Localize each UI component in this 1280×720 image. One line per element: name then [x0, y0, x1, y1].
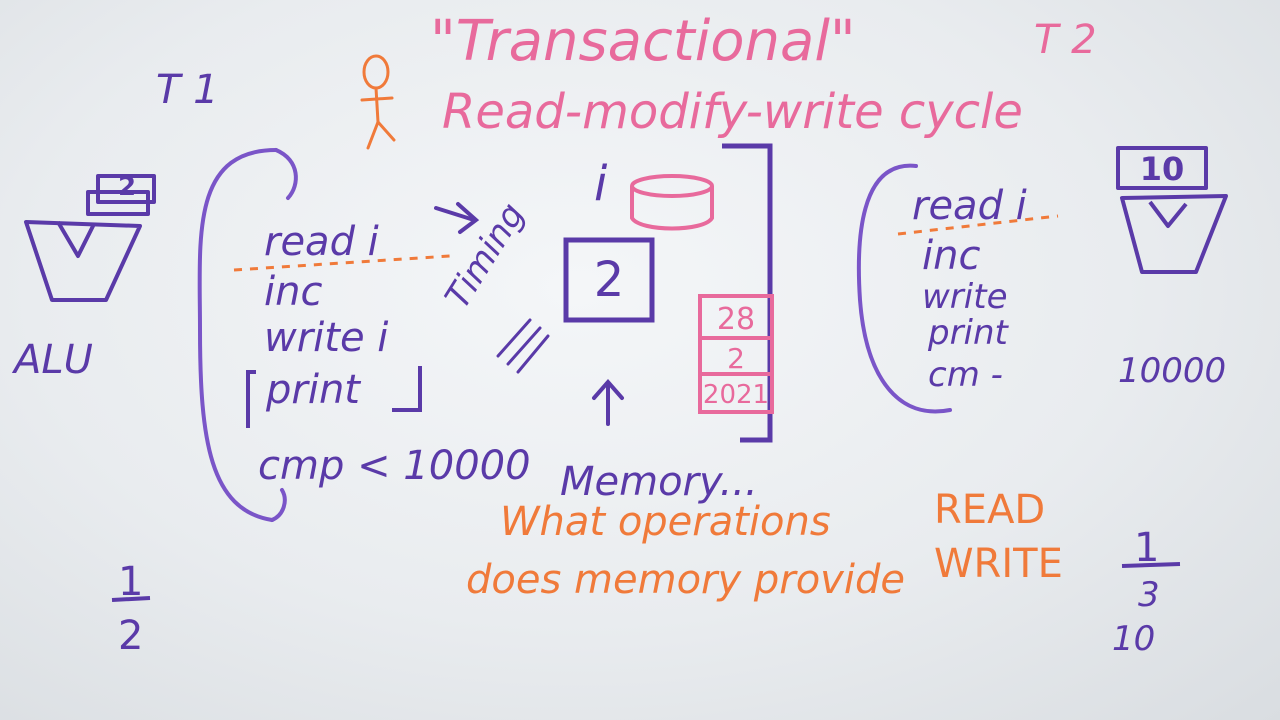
code-line-write: write i — [264, 315, 389, 361]
left-fraction-bottom: 2 — [118, 613, 144, 659]
memory-label: Memory... — [560, 459, 758, 505]
variable-i: i — [594, 156, 608, 212]
date-cell-year: 2021 — [702, 380, 770, 410]
arrow-up-icon — [592, 378, 624, 426]
thread-label-t2: T 2 — [1034, 17, 1097, 63]
memory-box-value: 2 — [593, 252, 625, 308]
question-line-2: does memory provide — [466, 557, 905, 603]
title-transactional: "Transactional" — [430, 9, 856, 74]
left-fraction-top: 1 — [118, 559, 144, 605]
storage-cylinder-icon — [630, 174, 714, 231]
date-cell-month: 2 — [727, 342, 745, 375]
title-subtitle: Read-modify-write cycle — [442, 84, 1023, 140]
right-code-line-read: read i — [912, 183, 1027, 229]
right-code-line-inc: inc — [922, 233, 981, 279]
question-op-write: WRITE — [934, 541, 1063, 587]
stick-figure-icon — [360, 54, 396, 150]
code-line-cmp: cmp < 10000 — [258, 443, 531, 489]
arrow-right-icon — [434, 202, 480, 234]
right-count: 10000 — [1118, 351, 1227, 391]
whiteboard: "Transactional" Read-modify-write cycle … — [0, 0, 1280, 720]
right-fraction-bottom: 10 — [1112, 619, 1156, 659]
question-line-1: What operations — [500, 499, 831, 545]
timing-hatch — [496, 318, 550, 374]
right-register-value: 10 — [1139, 150, 1185, 188]
right-code-line-write: write — [922, 277, 1008, 317]
date-cell-day: 28 — [716, 302, 756, 337]
code-line-inc: inc — [264, 269, 323, 315]
alu-register-value: 2 — [118, 172, 137, 202]
code-line-read: read i — [264, 219, 379, 265]
code-line-print: print — [266, 367, 360, 413]
question-op-read: READ — [934, 487, 1046, 533]
alu-label: ALU — [14, 337, 93, 383]
right-fraction-top: 1 — [1134, 525, 1160, 571]
right-code-line-print: print — [928, 313, 1008, 353]
right-fraction-mid: 3 — [1138, 575, 1160, 615]
thread-label-t1: T 1 — [156, 67, 219, 113]
right-code-line-cmp: cm - — [928, 355, 1003, 395]
